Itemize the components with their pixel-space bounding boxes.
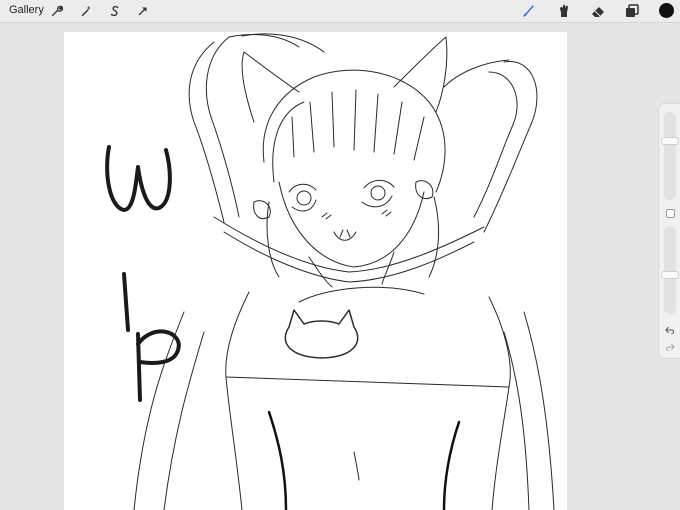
square-modify-icon[interactable] [666, 209, 675, 218]
line-art-sketch [105, 33, 555, 510]
layers-icon[interactable] [622, 1, 642, 21]
selection-s-icon[interactable] [106, 2, 124, 20]
eraser-icon[interactable] [588, 1, 608, 21]
opacity-slider[interactable] [661, 226, 679, 314]
brush-icon[interactable] [518, 1, 538, 21]
opacity-thumb[interactable] [661, 271, 679, 280]
undo-icon[interactable] [664, 324, 676, 336]
side-slider-panel [658, 103, 680, 359]
brush-size-slider[interactable] [661, 112, 679, 200]
transform-arrow-icon[interactable] [134, 2, 152, 20]
smudge-icon[interactable] [554, 1, 574, 21]
drawing-canvas[interactable] [64, 32, 567, 510]
top-toolbar: Gallery [0, 0, 680, 23]
gallery-button[interactable]: Gallery [9, 4, 44, 16]
wrench-icon[interactable] [48, 2, 66, 20]
redo-icon[interactable] [664, 341, 676, 353]
brush-size-thumb[interactable] [661, 136, 679, 145]
color-picker-swatch[interactable] [659, 3, 674, 18]
magic-wand-icon[interactable] [77, 2, 95, 20]
